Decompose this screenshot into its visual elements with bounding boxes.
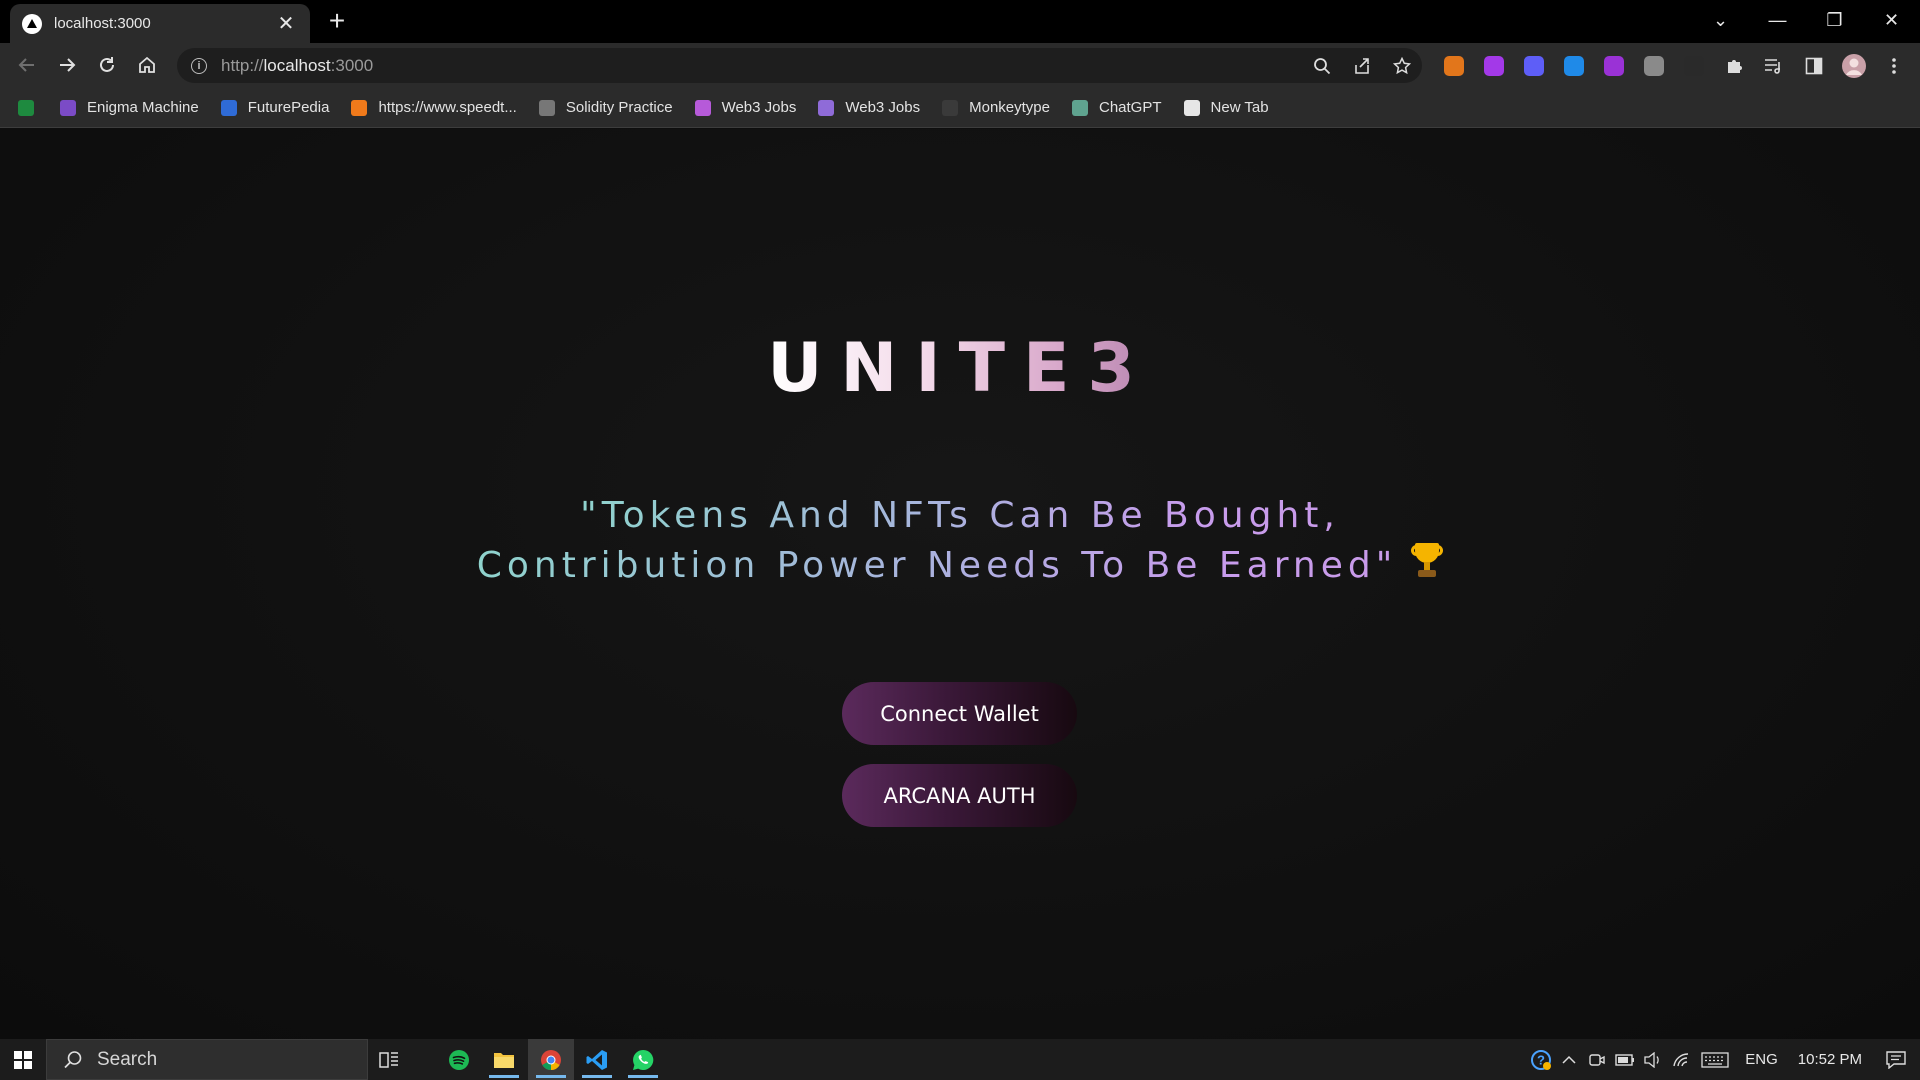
bookmark-enigma-machine-favicon-icon [60, 99, 76, 116]
bookmark-monkeytype-favicon-icon [942, 99, 959, 116]
tab-strip: localhost:3000 ✕ + ⌄ — ❐ ✕ [0, 0, 1920, 43]
language-indicator[interactable]: ENG [1735, 1051, 1788, 1068]
bookmark-futurepedia-favicon-icon [220, 99, 237, 116]
bookmarks-bar: Enigma Machine FuturePedia https://www.spe… [0, 88, 1920, 128]
bookmark-label: Web3 Jobs [721, 99, 797, 116]
bookmark-solidity-practice[interactable]: Solidity Practice [538, 99, 673, 116]
zoom-icon[interactable] [1302, 48, 1342, 83]
tagline-line-2: Contribution Power Needs To Be Earned" [476, 545, 1398, 586]
bookmark-speedtest[interactable]: https://www.speedt... [351, 99, 517, 116]
extension-s-icon[interactable] [1554, 48, 1594, 83]
minimize-icon[interactable]: — [1749, 0, 1806, 40]
forward-icon[interactable] [50, 48, 84, 82]
close-window-icon[interactable]: ✕ [1863, 0, 1920, 40]
reading-list-icon[interactable] [1754, 48, 1794, 83]
bookmark-label: Monkeytype [969, 99, 1050, 116]
extension-ghost-icon[interactable] [1514, 48, 1554, 83]
browser-menu-icon[interactable] [1874, 48, 1914, 83]
file-explorer-icon[interactable] [481, 1039, 527, 1080]
bookmark-web3-jobs-1-favicon-icon [694, 99, 711, 116]
metamask-extension-icon[interactable] [1434, 48, 1474, 83]
bookmark-web3-jobs-1[interactable]: Web3 Jobs [694, 99, 797, 116]
bookmark-web3-jobs-2[interactable]: Web3 Jobs [818, 99, 920, 116]
extension-purple-icon[interactable] [1474, 48, 1514, 83]
clock[interactable]: 10:52 PM [1788, 1051, 1872, 1068]
start-button[interactable] [0, 1039, 45, 1080]
url-text: http://localhost:3000 [221, 55, 374, 75]
bookmark-label: Web3 Jobs [845, 99, 921, 116]
trophy-icon [1411, 543, 1444, 579]
bookmark-chatgpt-favicon-icon [1071, 99, 1088, 116]
site-info-icon[interactable]: i [191, 57, 207, 74]
vscode-icon[interactable] [574, 1039, 620, 1080]
battery-icon[interactable] [1611, 1039, 1639, 1080]
search-icon [63, 1050, 83, 1070]
bookmark-enigma-machine[interactable]: Enigma Machine [60, 99, 199, 116]
windows-logo-icon [13, 1050, 32, 1069]
volume-icon[interactable] [1639, 1039, 1667, 1080]
bookmark-label: Enigma Machine [87, 99, 199, 116]
address-bar[interactable]: i http://localhost:3000 [177, 48, 1422, 83]
extension-bird-icon[interactable] [1674, 48, 1714, 83]
extension-w-icon[interactable] [1594, 48, 1634, 83]
vercel-favicon-icon [22, 13, 42, 34]
wifi-icon[interactable] [1667, 1039, 1695, 1080]
spotify-icon[interactable] [436, 1039, 482, 1080]
page-content: UNITE3 "Tokens And NFTs Can Be Bought, C… [0, 129, 1920, 1039]
tab-search-icon[interactable]: ⌄ [1692, 0, 1749, 40]
bookmark-web3-jobs-2-favicon-icon [818, 99, 835, 116]
connect-wallet-button[interactable]: Connect Wallet [842, 682, 1077, 745]
meet-now-icon[interactable] [1583, 1039, 1611, 1080]
tagline: "Tokens And NFTs Can Be Bought, Contribu… [0, 491, 1920, 591]
help-icon[interactable]: ? [1527, 1039, 1555, 1080]
profile-avatar[interactable] [1834, 48, 1874, 83]
restore-icon[interactable]: ❐ [1806, 0, 1863, 40]
home-icon[interactable] [130, 48, 164, 82]
window-controls: ⌄ — ❐ ✕ [1692, 0, 1920, 40]
browser-toolbar: i http://localhost:3000 [0, 43, 1920, 88]
share-icon[interactable] [1342, 48, 1382, 83]
app-logo: UNITE3 [767, 329, 1153, 408]
bookmark-futurepedia[interactable]: FuturePedia [220, 99, 330, 116]
reload-icon[interactable] [90, 48, 124, 82]
new-tab-button[interactable]: + [322, 6, 352, 36]
bookmark-link-icon-favicon-icon [18, 99, 34, 116]
bookmark-chatgpt[interactable]: ChatGPT [1071, 99, 1162, 116]
tab-close-icon[interactable]: ✕ [274, 11, 298, 36]
bookmark-label: New Tab [1210, 99, 1269, 116]
extensions-puzzle-icon[interactable] [1714, 48, 1754, 83]
whatsapp-icon[interactable] [620, 1039, 666, 1080]
show-hidden-icons-icon[interactable] [1555, 1039, 1583, 1080]
extension-grey-icon[interactable] [1634, 48, 1674, 83]
bookmark-new-tab[interactable]: New Tab [1183, 99, 1269, 116]
bookmark-monkeytype[interactable]: Monkeytype [942, 99, 1050, 116]
bookmark-star-icon[interactable] [1382, 48, 1422, 83]
side-panel-icon[interactable] [1794, 48, 1834, 83]
tagline-line-1: "Tokens And NFTs Can Be Bought, [580, 495, 1340, 536]
bookmark-link-icon[interactable] [18, 99, 38, 116]
browser-tab[interactable]: localhost:3000 ✕ [10, 4, 310, 43]
bookmark-label: ChatGPT [1098, 99, 1162, 116]
taskbar-search[interactable]: Search [46, 1039, 368, 1080]
keyboard-icon[interactable] [1695, 1039, 1735, 1080]
bookmark-label: https://www.speedt... [378, 99, 517, 116]
tab-title: localhost:3000 [54, 15, 151, 32]
bookmark-label: FuturePedia [247, 99, 330, 116]
bookmark-new-tab-favicon-icon [1183, 99, 1200, 116]
chrome-icon[interactable] [528, 1039, 574, 1080]
windows-taskbar: Search ? ENG 10:52 PM [0, 1039, 1920, 1080]
system-tray: ? ENG 10:52 PM [1527, 1039, 1920, 1080]
arcana-auth-button[interactable]: ARCANA AUTH [842, 764, 1077, 827]
notifications-icon[interactable] [1872, 1039, 1920, 1080]
bookmark-label: Solidity Practice [565, 99, 673, 116]
bookmark-speedtest-favicon-icon [351, 99, 368, 116]
back-icon[interactable] [10, 48, 44, 82]
task-view-icon[interactable] [366, 1039, 412, 1080]
search-placeholder: Search [97, 1048, 158, 1070]
bookmark-solidity-practice-favicon-icon [538, 99, 555, 116]
extensions-row [1434, 48, 1914, 83]
